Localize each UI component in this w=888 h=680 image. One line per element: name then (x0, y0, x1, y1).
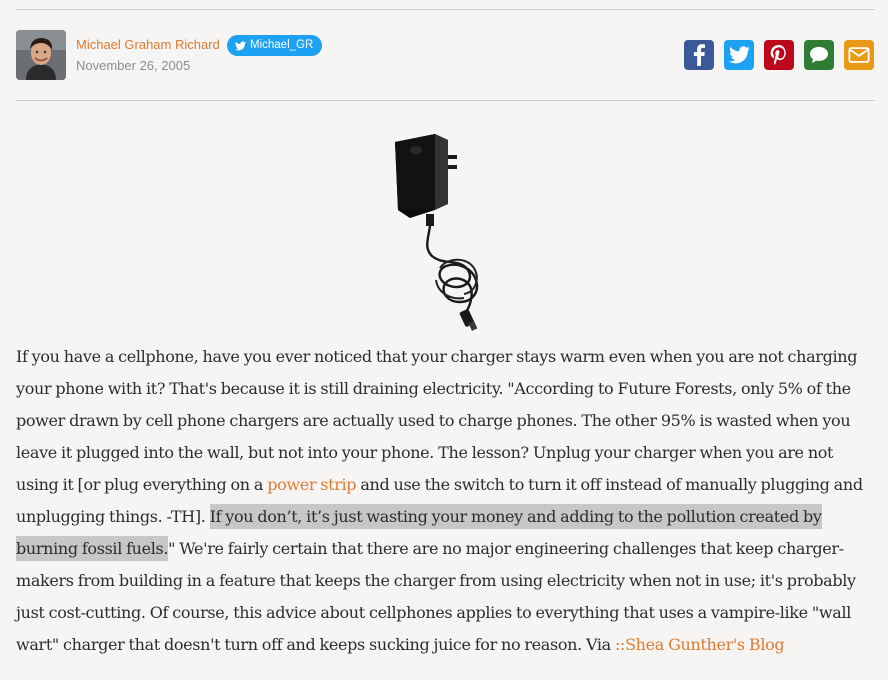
facebook-share-button[interactable] (684, 40, 714, 70)
twitter-bird-icon (235, 40, 246, 50)
twitter-handle-button[interactable]: Michael_GR (227, 35, 323, 56)
article-page: Michael Graham Richard Michael_GR Novemb… (0, 0, 888, 680)
email-icon (848, 47, 870, 63)
power-strip-link[interactable]: power strip (267, 475, 356, 494)
author-name-link[interactable]: Michael Graham Richard (76, 37, 220, 52)
twitter-handle-label: Michael_GR (250, 39, 314, 51)
source-blog-link[interactable]: ::Shea Gunther's Blog (615, 635, 785, 654)
wall-charger-image (395, 134, 479, 331)
article-body: If you have a cellphone, have you ever n… (16, 341, 876, 661)
author-avatar[interactable] (16, 30, 66, 80)
charger-image (380, 130, 510, 335)
email-share-button[interactable] (844, 40, 874, 70)
pinterest-icon (770, 45, 786, 65)
top-divider (16, 9, 875, 10)
pinterest-share-button[interactable] (764, 40, 794, 70)
article-text-intro: If you have a cellphone, have you ever n… (16, 347, 858, 494)
comment-icon (810, 46, 828, 64)
facebook-icon (693, 44, 705, 66)
comment-button[interactable] (804, 40, 834, 70)
header-divider (16, 100, 875, 101)
twitter-share-button[interactable] (724, 40, 754, 70)
share-buttons (684, 40, 874, 70)
publish-date: November 26, 2005 (76, 58, 191, 73)
twitter-icon (728, 46, 750, 64)
